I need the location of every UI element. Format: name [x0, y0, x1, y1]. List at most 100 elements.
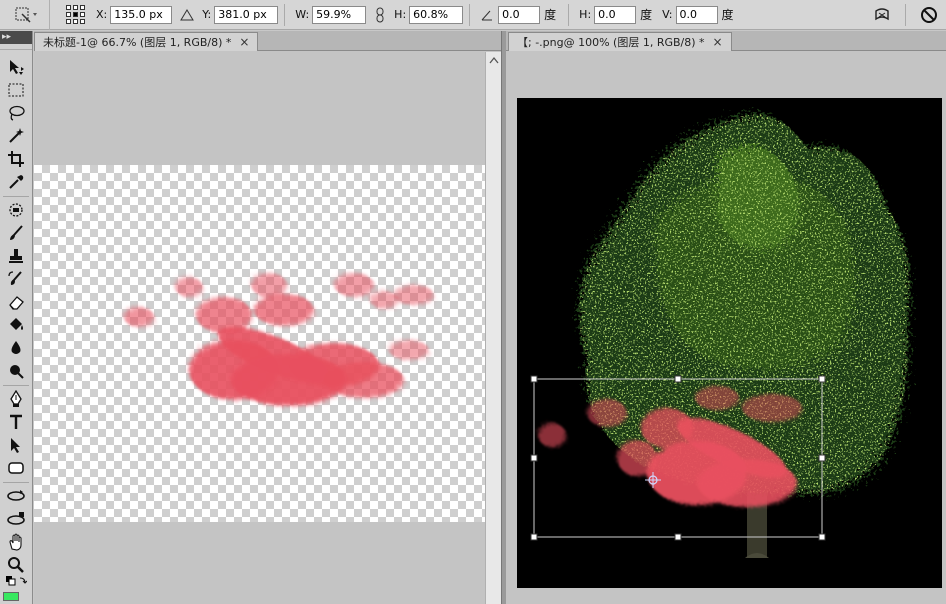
- paint-bucket-icon: [10, 318, 23, 330]
- document-window-left: 未标题-1@ 66.7% (图层 1, RGB/8) * ×: [34, 31, 501, 604]
- pen-icon: [10, 390, 22, 407]
- type-icon: [10, 414, 22, 429]
- tab-label: 未标题-1@ 66.7% (图层 1, RGB/8) *: [43, 36, 232, 49]
- eyedropper-icon: [9, 175, 24, 189]
- pen-tool[interactable]: [5, 389, 27, 409]
- dodge-icon: [10, 365, 24, 379]
- toolbox-separator: [3, 385, 29, 386]
- x-label: X:: [96, 8, 108, 21]
- type-tool[interactable]: [5, 412, 27, 432]
- separator: [284, 3, 286, 26]
- vertical-scrollbar[interactable]: [485, 52, 501, 604]
- brush-tool[interactable]: [5, 223, 27, 243]
- orbit-3d-icon: [7, 512, 25, 525]
- skew-v-label: V:: [662, 8, 673, 21]
- skew-h-unit: 度: [640, 8, 653, 22]
- brush-icon: [10, 225, 23, 240]
- tree-image-canvas[interactable]: [517, 98, 942, 588]
- skew-h-input[interactable]: [594, 5, 637, 24]
- default-colors-button[interactable]: [5, 574, 27, 588]
- magic-wand-icon: [9, 128, 24, 143]
- close-icon[interactable]: ×: [239, 35, 249, 49]
- toolbox-collapse[interactable]: ▸▸: [0, 31, 32, 44]
- skew-v-unit: 度: [721, 8, 734, 22]
- separator: [568, 3, 570, 26]
- tree-image: [530, 114, 910, 558]
- shape-icon: [8, 462, 24, 474]
- pink-brush-strokes: [124, 273, 434, 406]
- rotate-3d-tool[interactable]: [5, 486, 27, 506]
- cancel-icon: [921, 7, 937, 23]
- marquee-tool[interactable]: [5, 80, 27, 100]
- shape-tool[interactable]: [5, 458, 27, 478]
- rotate-angle-icon: [481, 10, 493, 20]
- foreground-color-swatch[interactable]: [3, 592, 19, 601]
- delta-icon[interactable]: [180, 8, 195, 22]
- y-position-input[interactable]: [214, 5, 279, 24]
- separator: [469, 3, 471, 26]
- path-select-icon: [11, 438, 20, 453]
- healing-brush-icon: [9, 203, 23, 217]
- lasso-tool[interactable]: [5, 103, 27, 123]
- crop-tool[interactable]: [5, 149, 27, 169]
- width-input[interactable]: [312, 5, 367, 24]
- move-icon: [10, 60, 24, 75]
- lasso-icon: [9, 105, 25, 121]
- tab-bar: 【; -.png@ 100% (图层 1, RGB/8) * ×: [506, 31, 946, 51]
- warp-mode-button[interactable]: [871, 4, 893, 26]
- paint-bucket-tool[interactable]: [5, 315, 27, 335]
- hand-icon: [9, 533, 22, 551]
- healing-brush-tool[interactable]: [5, 200, 27, 220]
- magic-wand-tool[interactable]: [5, 126, 27, 146]
- default-colors-icon: [6, 576, 27, 586]
- y-label: Y:: [202, 8, 212, 21]
- tab-bar: 未标题-1@ 66.7% (图层 1, RGB/8) * ×: [34, 31, 501, 51]
- rotate-3d-icon: [7, 490, 25, 501]
- canvas-area[interactable]: [34, 52, 485, 604]
- transform-tool-icon: [15, 7, 37, 23]
- x-position-input[interactable]: [110, 5, 173, 24]
- transparent-canvas[interactable]: [34, 165, 485, 522]
- orbit-3d-tool[interactable]: [5, 509, 27, 529]
- scroll-up-button[interactable]: [488, 54, 499, 65]
- blur-tool[interactable]: [5, 338, 27, 358]
- tool-preset-picker[interactable]: [0, 0, 50, 30]
- canvas-area[interactable]: [506, 52, 946, 604]
- chevron-up-icon: [488, 56, 499, 63]
- warp-icon: [875, 8, 889, 21]
- hand-tool[interactable]: [5, 532, 27, 552]
- zoom-icon: [8, 557, 24, 573]
- clone-stamp-icon: [9, 249, 23, 263]
- history-brush-tool[interactable]: [5, 269, 27, 289]
- height-input[interactable]: [409, 5, 464, 24]
- dodge-tool[interactable]: [5, 361, 27, 381]
- blur-icon: [11, 341, 21, 354]
- move-tool[interactable]: [5, 57, 27, 77]
- close-icon[interactable]: ×: [713, 35, 723, 49]
- eyedropper-tool[interactable]: [5, 172, 27, 192]
- zoom-tool[interactable]: [5, 555, 27, 575]
- options-bar: X: Y: W: H: 度 H: 度 V: 度: [0, 0, 946, 30]
- reference-point-grid[interactable]: [62, 2, 88, 28]
- width-label: W:: [295, 8, 310, 21]
- history-brush-icon: [8, 271, 22, 285]
- toolbox-grip[interactable]: [0, 44, 32, 50]
- path-select-tool[interactable]: [5, 435, 27, 455]
- rotate-input[interactable]: [498, 5, 541, 24]
- skew-h-label: H:: [579, 8, 592, 21]
- clone-stamp-tool[interactable]: [5, 246, 27, 266]
- rotate-unit: 度: [544, 8, 557, 22]
- toolbox: ▸▸: [0, 31, 33, 604]
- skew-v-input[interactable]: [675, 5, 718, 24]
- separator: [905, 4, 906, 26]
- toolbox-separator: [3, 196, 29, 197]
- document-window-right: 【; -.png@ 100% (图层 1, RGB/8) * ×: [506, 31, 946, 604]
- marquee-icon: [8, 83, 24, 97]
- height-label: H:: [394, 8, 407, 21]
- tab-document-untitled[interactable]: 未标题-1@ 66.7% (图层 1, RGB/8) * ×: [34, 32, 259, 51]
- cancel-transform-button[interactable]: [918, 4, 940, 26]
- tab-document-png[interactable]: 【; -.png@ 100% (图层 1, RGB/8) * ×: [508, 32, 732, 51]
- crop-icon: [8, 151, 24, 167]
- link-icon[interactable]: [374, 7, 386, 23]
- eraser-tool[interactable]: [5, 292, 27, 312]
